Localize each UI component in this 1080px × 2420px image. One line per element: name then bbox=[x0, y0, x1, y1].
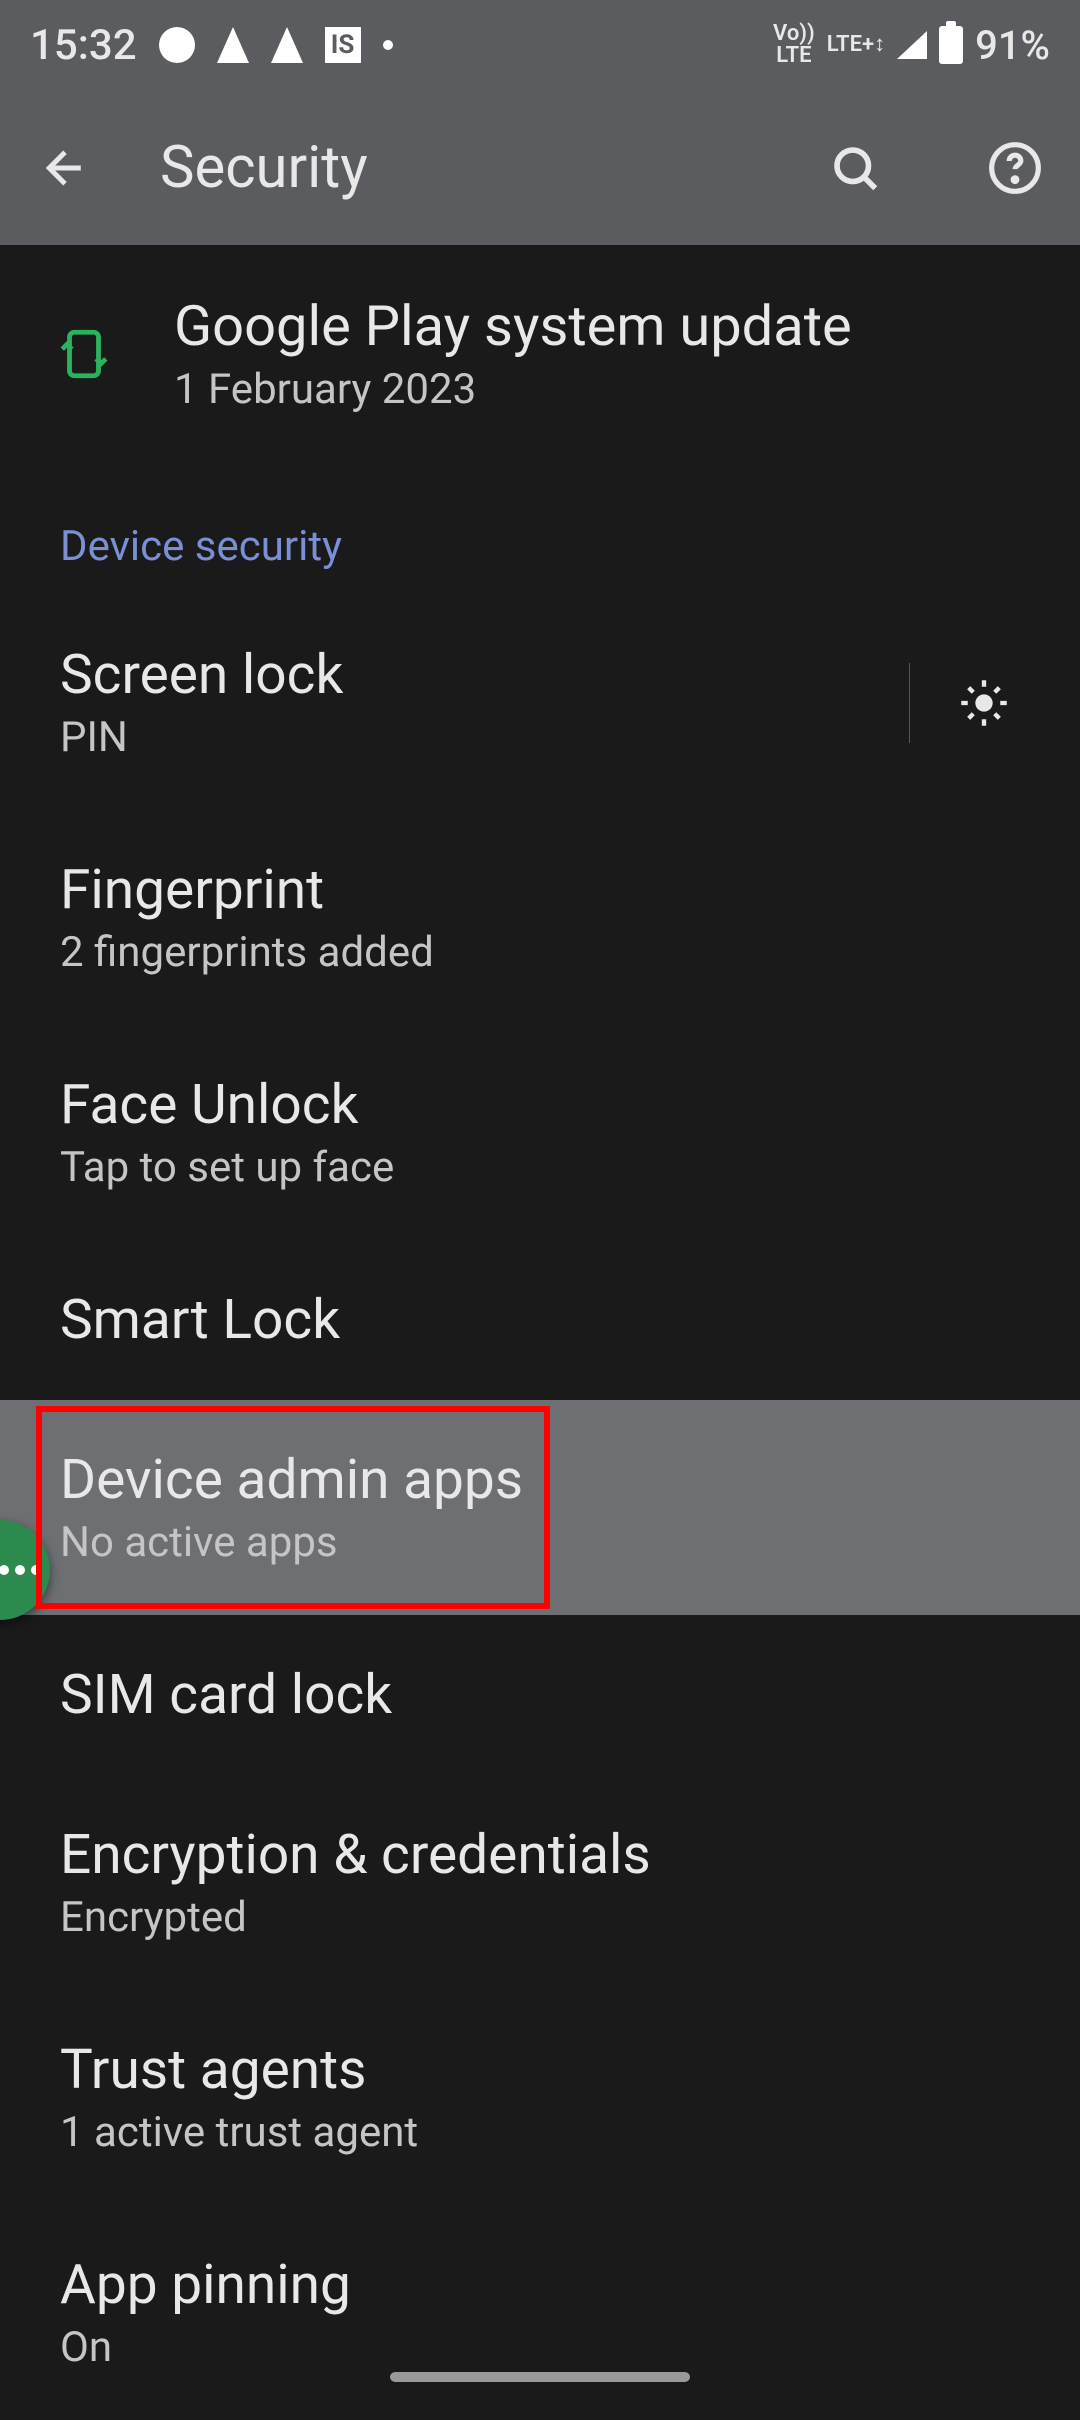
back-button[interactable] bbox=[30, 133, 100, 203]
setting-text: Face Unlock Tap to set up face bbox=[60, 1073, 1020, 1192]
circle-notification-icon bbox=[159, 27, 195, 63]
setting-text: Screen lock PIN bbox=[60, 643, 909, 762]
triangle-notification-icon bbox=[217, 27, 249, 63]
setting-text: Trust agents 1 active trust agent bbox=[60, 2038, 1020, 2157]
setting-app-pinning[interactable]: App pinning On bbox=[0, 2205, 1080, 2420]
setting-subtitle: Encrypted bbox=[60, 1893, 1020, 1942]
section-header-device-security: Device security bbox=[0, 462, 1080, 595]
setting-screen-lock[interactable]: Screen lock PIN bbox=[0, 595, 1080, 810]
update-subtitle: 1 February 2023 bbox=[174, 365, 1020, 414]
setting-subtitle: PIN bbox=[60, 713, 909, 762]
screen-lock-settings-button[interactable] bbox=[909, 663, 1010, 743]
signal-icon bbox=[897, 31, 927, 59]
help-button[interactable] bbox=[980, 133, 1050, 203]
gear-icon bbox=[958, 677, 1010, 729]
setting-title: App pinning bbox=[60, 2253, 1020, 2317]
status-bar: 15:32 IS Vo)) LTE LTE+↕ 91% bbox=[0, 0, 1080, 90]
update-title: Google Play system update bbox=[174, 293, 1020, 359]
square-notification-icon: IS bbox=[325, 27, 361, 63]
page-title: Security bbox=[160, 134, 730, 202]
status-right: Vo)) LTE LTE+↕ 91% bbox=[773, 22, 1050, 69]
setting-fingerprint[interactable]: Fingerprint 2 fingerprints added bbox=[0, 810, 1080, 1025]
setting-text: Encryption & credentials Encrypted bbox=[60, 1823, 1020, 1942]
setting-subtitle: Tap to set up face bbox=[60, 1143, 1020, 1192]
back-arrow-icon bbox=[38, 141, 92, 195]
volte-icon: Vo)) LTE bbox=[773, 23, 815, 67]
battery-percentage: 91% bbox=[975, 22, 1050, 69]
status-left: 15:32 IS bbox=[30, 21, 393, 70]
setting-title: Smart Lock bbox=[60, 1288, 1020, 1352]
setting-text: Fingerprint 2 fingerprints added bbox=[60, 858, 1020, 977]
status-time: 15:32 bbox=[30, 21, 137, 70]
triangle-notification-icon-2 bbox=[271, 27, 303, 63]
setting-title: Encryption & credentials bbox=[60, 1823, 1020, 1887]
setting-text: App pinning On bbox=[60, 2253, 1020, 2372]
setting-device-admin-apps[interactable]: Device admin apps No active apps bbox=[0, 1400, 1080, 1615]
dot-notification-icon bbox=[383, 40, 393, 50]
setting-title: Screen lock bbox=[60, 643, 909, 707]
setting-text: SIM card lock bbox=[60, 1663, 1020, 1727]
highlight-annotation-box bbox=[36, 1406, 550, 1609]
navigation-bar-handle[interactable] bbox=[390, 2372, 690, 2382]
setting-subtitle: 1 active trust agent bbox=[60, 2108, 1020, 2157]
lte-icon: LTE+↕ bbox=[827, 34, 885, 56]
setting-title: Trust agents bbox=[60, 2038, 1020, 2102]
setting-face-unlock[interactable]: Face Unlock Tap to set up face bbox=[0, 1025, 1080, 1240]
update-icon bbox=[52, 322, 116, 386]
setting-title: SIM card lock bbox=[60, 1663, 1020, 1727]
setting-text: Smart Lock bbox=[60, 1288, 1020, 1352]
setting-sim-card-lock[interactable]: SIM card lock bbox=[0, 1615, 1080, 1775]
setting-title: Face Unlock bbox=[60, 1073, 1020, 1137]
setting-encryption-credentials[interactable]: Encryption & credentials Encrypted bbox=[0, 1775, 1080, 1990]
more-dots-icon bbox=[0, 1565, 41, 1575]
setting-smart-lock[interactable]: Smart Lock bbox=[0, 1240, 1080, 1400]
battery-icon bbox=[939, 26, 963, 64]
update-text: Google Play system update 1 February 202… bbox=[174, 293, 1020, 414]
device-update-icon bbox=[55, 325, 113, 383]
setting-subtitle: On bbox=[60, 2323, 1020, 2372]
help-icon bbox=[987, 140, 1043, 196]
search-button[interactable] bbox=[820, 133, 890, 203]
app-bar: Security bbox=[0, 90, 1080, 245]
content-area: Google Play system update 1 February 202… bbox=[0, 245, 1080, 2420]
setting-title: Fingerprint bbox=[60, 858, 1020, 922]
setting-trust-agents[interactable]: Trust agents 1 active trust agent bbox=[0, 1990, 1080, 2205]
setting-subtitle: 2 fingerprints added bbox=[60, 928, 1020, 977]
search-icon bbox=[828, 141, 882, 195]
google-play-update-row[interactable]: Google Play system update 1 February 202… bbox=[0, 245, 1080, 462]
